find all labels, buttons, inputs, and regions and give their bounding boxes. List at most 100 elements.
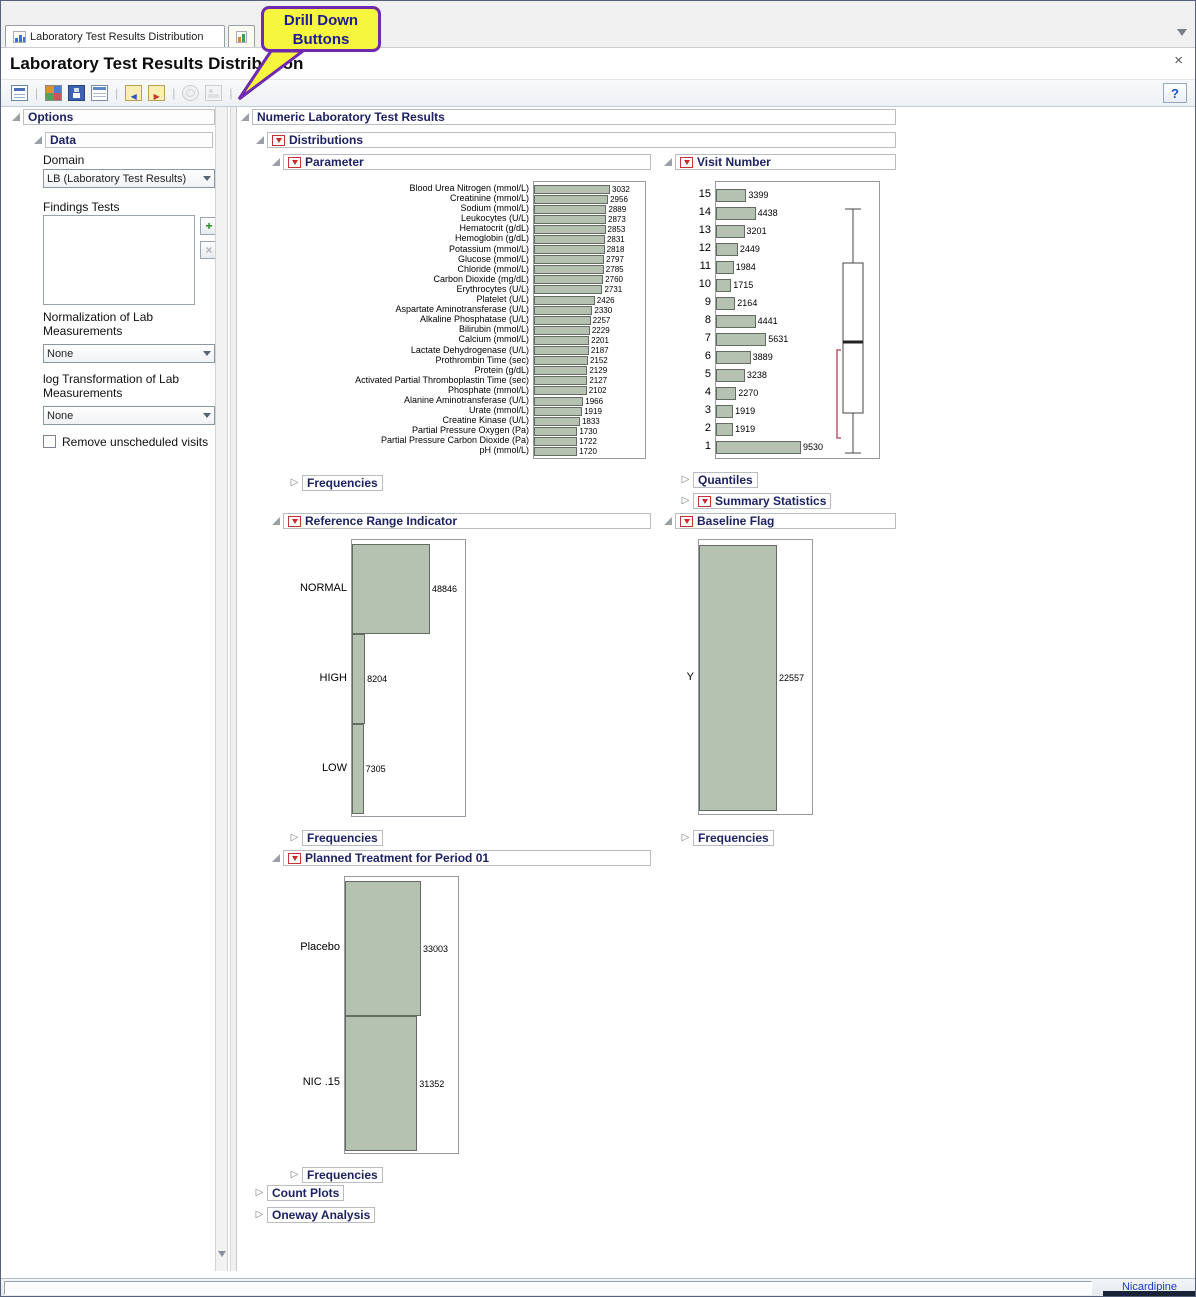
findings-tests-listbox[interactable] [43, 215, 195, 305]
histogram-bar[interactable] [534, 346, 589, 355]
red-triangle-menu[interactable] [698, 496, 711, 507]
histogram-bar[interactable] [534, 285, 602, 294]
disclosure-triangle[interactable] [269, 854, 282, 862]
histogram-bar[interactable] [716, 297, 735, 310]
disclosure-triangle[interactable]: ▷ [288, 478, 301, 488]
next-report-icon[interactable] [148, 85, 165, 101]
histogram-bar[interactable] [716, 351, 751, 364]
histogram-bar[interactable] [534, 356, 588, 365]
histogram-bar[interactable] [716, 405, 733, 418]
histogram-bar[interactable] [345, 881, 421, 1016]
histogram-bar[interactable] [534, 427, 577, 436]
disclosure-triangle[interactable] [238, 113, 251, 121]
histogram-bar[interactable] [716, 333, 766, 346]
save-icon[interactable] [68, 85, 85, 101]
outline-strip: Visit Number [675, 154, 896, 170]
histogram-bar[interactable] [534, 185, 610, 194]
histogram-bar[interactable] [534, 447, 577, 456]
histogram-bar[interactable] [716, 225, 745, 238]
red-triangle-menu[interactable] [288, 853, 301, 864]
red-triangle-menu[interactable] [288, 516, 301, 527]
histogram-bar[interactable] [534, 417, 580, 426]
histogram-bar[interactable] [534, 195, 608, 204]
normalization-select[interactable]: None [43, 344, 215, 363]
disclosure-triangle[interactable]: ▷ [288, 1170, 301, 1180]
red-triangle-menu[interactable] [288, 157, 301, 168]
histogram-bar[interactable] [352, 724, 364, 814]
disclosure-triangle[interactable]: ▷ [288, 833, 301, 843]
histogram-bar[interactable] [534, 386, 587, 395]
histogram-bar[interactable] [716, 279, 731, 292]
histogram-bar[interactable] [534, 265, 604, 274]
disclosure-triangle[interactable] [9, 113, 22, 121]
disclosure-triangle[interactable] [661, 158, 674, 166]
remove-visits-checkbox[interactable] [43, 435, 56, 448]
histogram-bar[interactable] [534, 205, 606, 214]
histogram-bar[interactable] [534, 316, 591, 325]
count-label: 48846 [432, 584, 457, 594]
histogram-bar[interactable] [716, 387, 736, 400]
outline-planned-treatment: Planned Treatment for Period 01 [269, 850, 651, 866]
histogram-bar[interactable] [534, 235, 605, 244]
histogram-bar[interactable] [716, 423, 733, 436]
histogram-bar[interactable] [534, 225, 606, 234]
help-button[interactable]: ? [1163, 83, 1187, 103]
red-triangle-menu[interactable] [272, 135, 285, 146]
histogram-bar[interactable] [345, 1016, 417, 1151]
new-report-icon[interactable] [11, 85, 28, 101]
callout-text-line1: Drill Down [264, 11, 378, 30]
disclosure-triangle[interactable]: ▷ [253, 1188, 266, 1198]
scroll-down-icon[interactable] [218, 1251, 226, 1257]
histogram-bar[interactable] [352, 634, 365, 724]
disclosure-triangle[interactable] [31, 136, 44, 144]
histogram-bar[interactable] [716, 189, 746, 202]
red-triangle-menu[interactable] [680, 157, 693, 168]
histogram-bar[interactable] [699, 545, 777, 811]
tab-graph-builder[interactable] [228, 25, 255, 47]
histogram-bar[interactable] [534, 336, 589, 345]
histogram-bar[interactable] [716, 261, 734, 274]
histogram-bar[interactable] [534, 376, 587, 385]
panel-splitter[interactable] [230, 107, 237, 1271]
disclosure-triangle[interactable]: ▷ [679, 475, 692, 485]
window-list-icon[interactable] [1177, 29, 1187, 36]
disclosure-triangle[interactable] [269, 158, 282, 166]
histogram-bar[interactable] [716, 207, 756, 220]
histogram-bar[interactable] [352, 544, 430, 634]
disclosure-triangle[interactable]: ▷ [679, 833, 692, 843]
category-label: Erythrocytes (U/L) [283, 284, 533, 294]
histogram-bar[interactable] [534, 306, 592, 315]
histogram-bar[interactable] [534, 437, 577, 446]
histogram-bar[interactable] [534, 366, 587, 375]
histogram-bar[interactable] [534, 245, 605, 254]
count-label: 2731 [604, 285, 622, 294]
histogram-bar[interactable] [716, 243, 738, 256]
histogram-bar[interactable] [534, 296, 595, 305]
tab-lab-results-distribution[interactable]: Laboratory Test Results Distribution [5, 25, 225, 47]
histogram-bar[interactable] [534, 275, 603, 284]
histogram-bar[interactable] [534, 407, 582, 416]
outline-strip: Baseline Flag [675, 513, 896, 529]
previous-report-icon[interactable] [125, 85, 142, 101]
histogram-bar[interactable] [534, 326, 590, 335]
sidebar-scrollbar[interactable] [215, 107, 228, 1271]
disclosure-triangle[interactable]: ▷ [253, 1210, 266, 1220]
domain-select[interactable]: LB (Laboratory Test Results) [43, 169, 215, 188]
histogram-bar[interactable] [716, 369, 745, 382]
category-label: Hematocrit (g/dL) [283, 223, 533, 233]
close-icon[interactable]: × [1174, 52, 1183, 69]
histogram-bar[interactable] [534, 255, 604, 264]
disclosure-triangle[interactable] [269, 517, 282, 525]
disclosure-triangle[interactable] [661, 517, 674, 525]
red-triangle-menu[interactable] [680, 516, 693, 527]
histogram-bar[interactable] [534, 215, 606, 224]
histogram-bar[interactable] [716, 315, 756, 328]
log-transformation-select[interactable]: None [43, 406, 215, 425]
histogram-bar[interactable] [716, 441, 801, 454]
journal-icon[interactable] [45, 85, 62, 101]
data-table-icon[interactable] [91, 85, 108, 101]
histogram-bar[interactable] [534, 397, 583, 406]
disclosure-triangle[interactable] [253, 136, 266, 144]
count-label: 2270 [738, 388, 758, 398]
disclosure-triangle[interactable]: ▷ [679, 496, 692, 506]
